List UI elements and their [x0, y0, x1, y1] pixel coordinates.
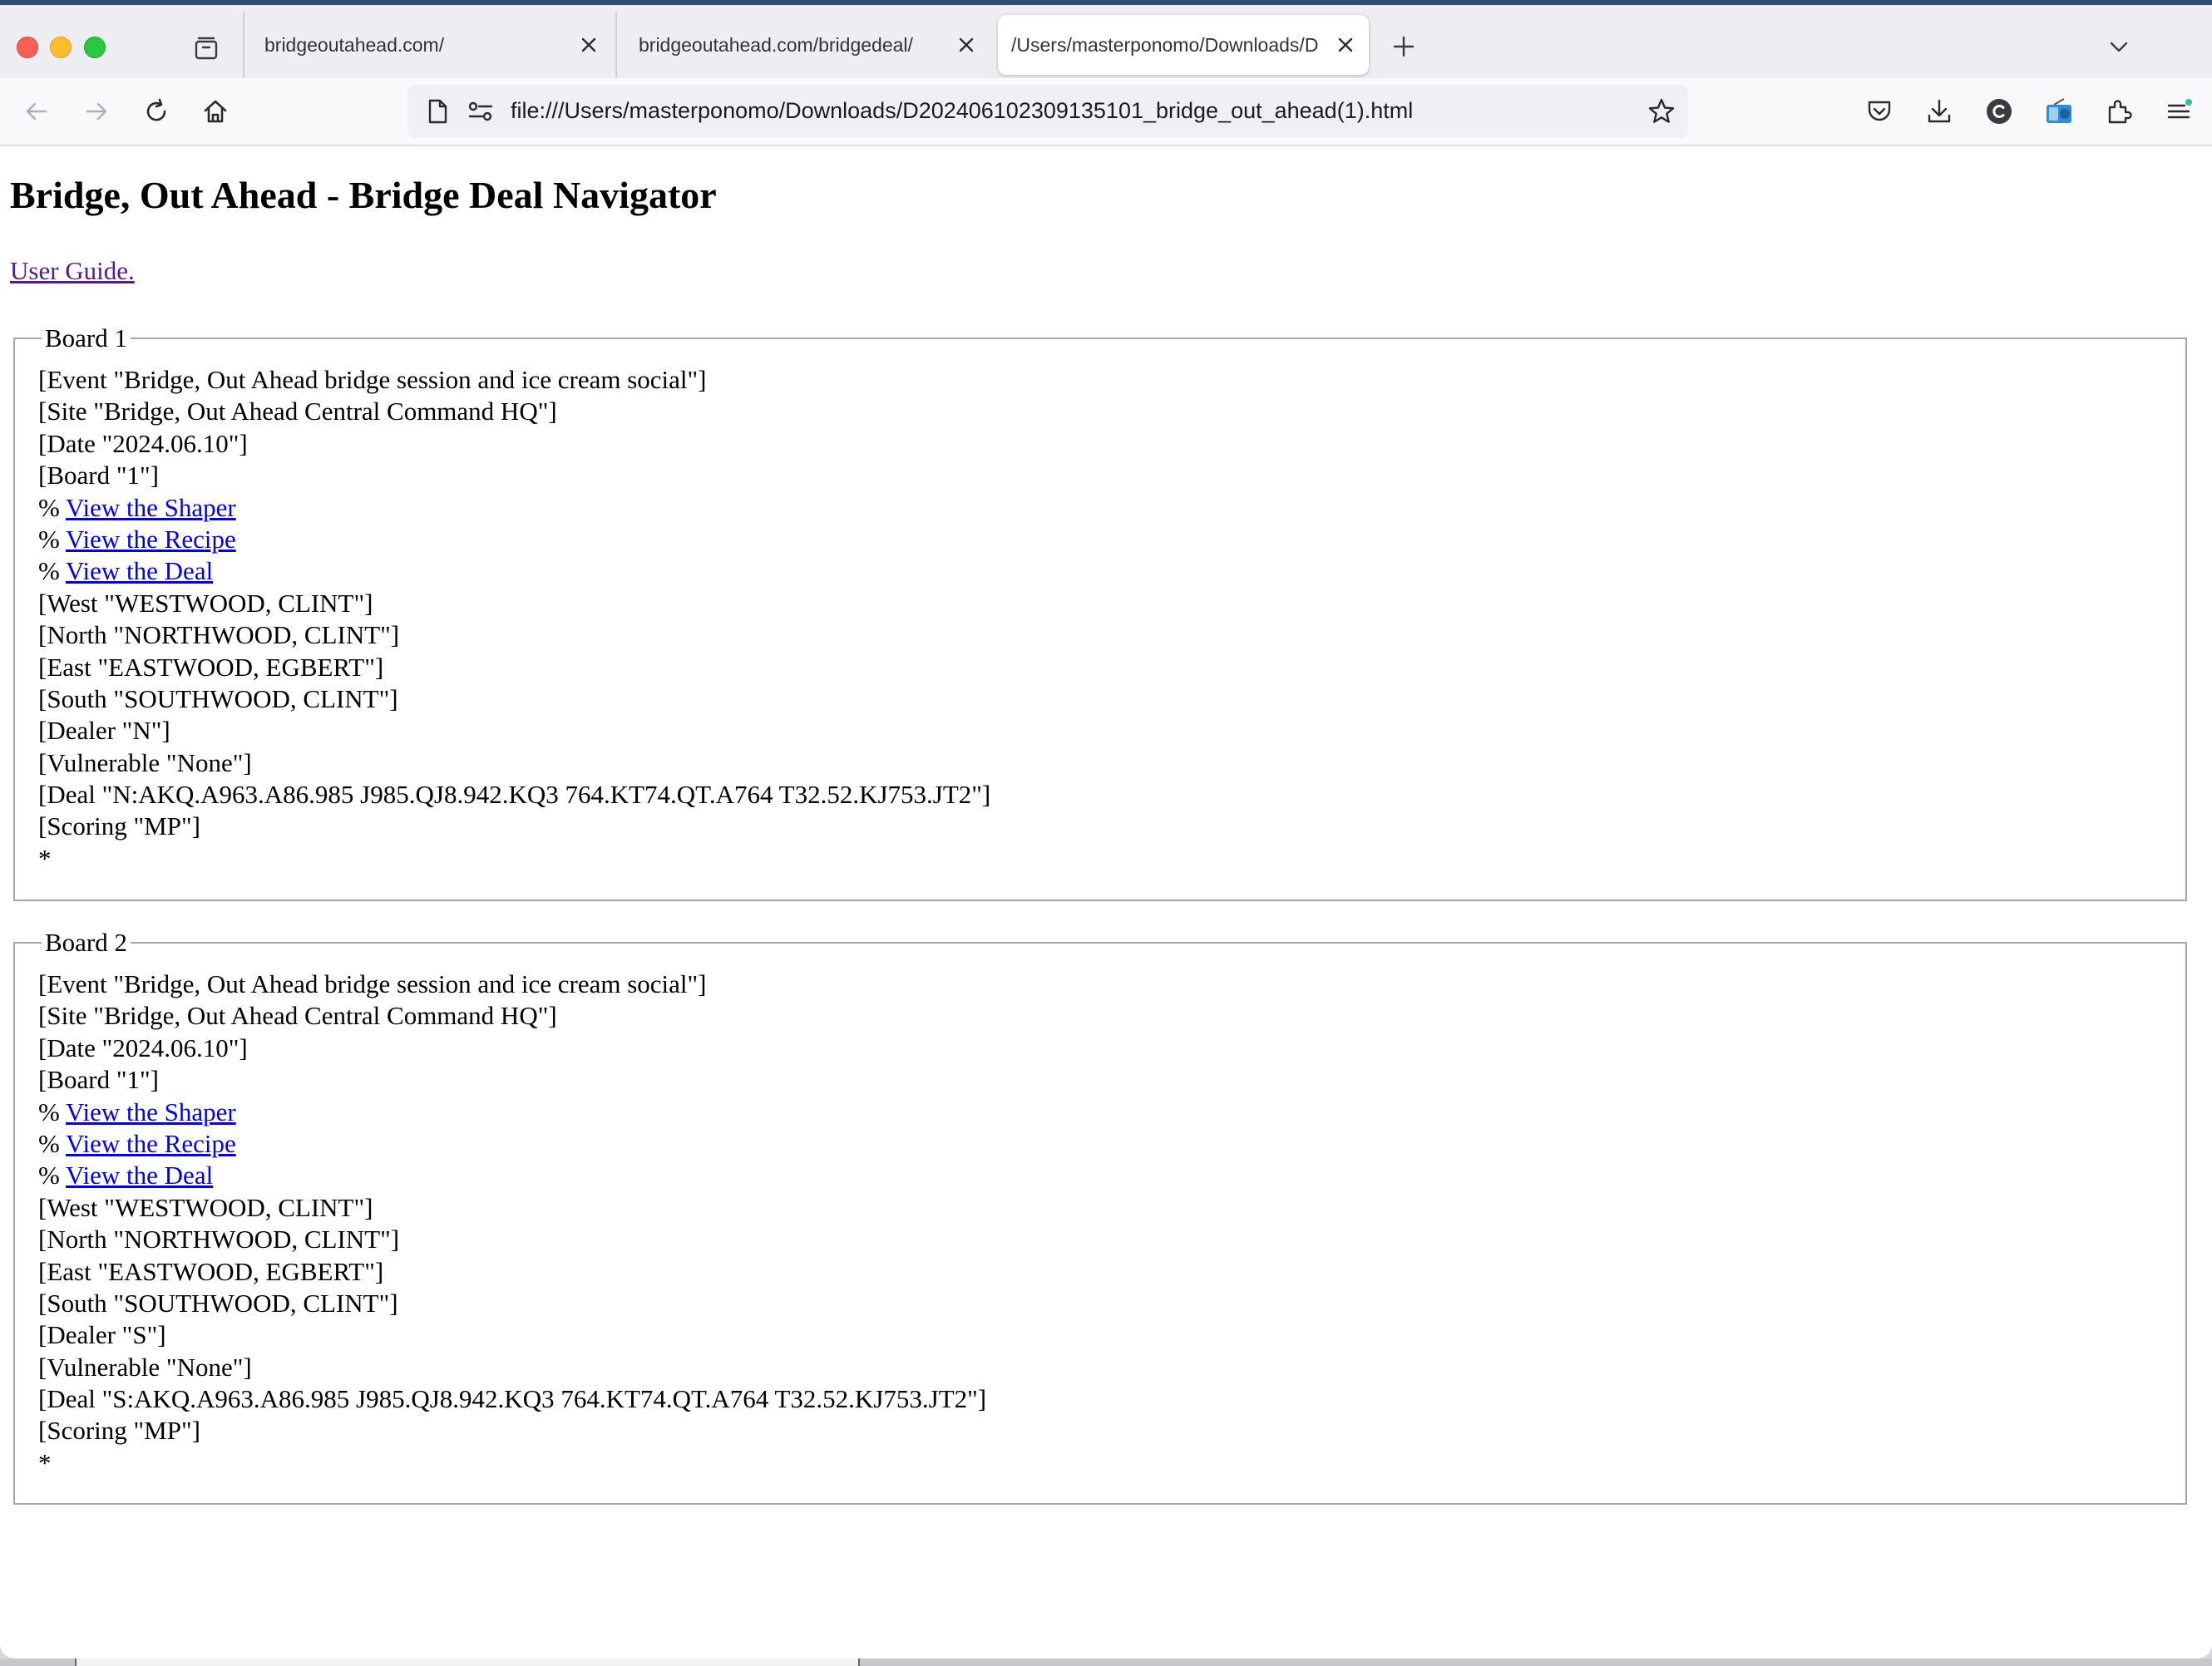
page-content: Bridge, Out Ahead - Bridge Deal Navigato… [0, 146, 2212, 1659]
pgn-west-line: [West "WESTWOOD, CLINT"] [38, 1192, 373, 1222]
firefox-view-icon[interactable] [190, 32, 223, 65]
view-shaper-link[interactable]: View the Shaper [66, 493, 236, 522]
pgn-vulnerable-line: [Vulnerable "None"] [38, 747, 252, 777]
pgn-date-line: [Date "2024.06.10"] [38, 428, 248, 458]
pgn-record: [Event "Bridge, Out Ahead bridge session… [38, 969, 2185, 1479]
page-icon [422, 96, 452, 126]
deal-link-line: % View the Deal [38, 1160, 2185, 1191]
extensions-icon[interactable] [2101, 93, 2137, 130]
pgn-terminator: * [38, 1447, 52, 1477]
pgn-record: [Event "Bridge, Out Ahead bridge session… [38, 364, 2185, 875]
pgn-east-line: [East "EASTWOOD, EGBERT"] [38, 1256, 384, 1286]
desktop-background [0, 1659, 2212, 1666]
pgn-terminator: * [38, 843, 52, 873]
close-tab-icon[interactable] [950, 28, 983, 62]
view-recipe-link[interactable]: View the Recipe [66, 1129, 236, 1158]
menu-icon[interactable] [2160, 93, 2197, 130]
address-bar[interactable]: file:///Users/masterponomo/Downloads/D20… [407, 85, 1688, 138]
comment-marker: % [38, 1128, 67, 1158]
user-guide-link[interactable]: User Guide. [10, 256, 135, 286]
pgn-board-line: [Board "1"] [38, 461, 159, 490]
background-window-edge [75, 1659, 860, 1666]
view-shaper-link[interactable]: View the Shaper [66, 1097, 236, 1126]
pgn-north-line: [North "NORTHWOOD, CLINT"] [38, 620, 400, 650]
pgn-vulnerable-line: [Vulnerable "None"] [38, 1352, 252, 1382]
pgn-site-line: [Site "Bridge, Out Ahead Central Command… [38, 1001, 557, 1031]
pgn-date-line: [Date "2024.06.10"] [38, 1033, 248, 1062]
reload-icon[interactable] [138, 93, 175, 130]
pgn-deal-line: [Deal "N:AKQ.A963.A86.985 J985.QJ8.942.K… [38, 780, 991, 810]
pgn-event-line: [Event "Bridge, Out Ahead bridge session… [38, 969, 707, 998]
tab-strip: bridgeoutahead.com/ bridgeoutahead.com/b… [0, 5, 2212, 78]
recipe-line: % View the Recipe [38, 1128, 2185, 1160]
comment-marker: % [38, 524, 67, 554]
back-icon[interactable] [18, 93, 55, 130]
board-legend: Board 1 [45, 323, 128, 352]
view-recipe-link[interactable]: View the Recipe [66, 525, 236, 554]
home-icon[interactable] [197, 93, 234, 130]
shaper-line: % View the Shaper [38, 492, 2185, 524]
close-window-icon[interactable] [17, 37, 38, 58]
deal-link-line: % View the Deal [38, 555, 2185, 587]
list-all-tabs-icon[interactable] [2102, 30, 2135, 63]
comment-marker: % [38, 1161, 67, 1190]
tab-bridgeoutahead-home[interactable]: bridgeoutahead.com/ [246, 12, 614, 78]
pocket-icon[interactable] [1861, 93, 1898, 130]
pgn-dealer-line: [Dealer "S"] [38, 1320, 166, 1350]
board-1-fieldset: Board 1 [Event "Bridge, Out Ahead bridge… [13, 325, 2187, 901]
pgn-event-line: [Event "Bridge, Out Ahead bridge session… [38, 365, 707, 394]
pgn-west-line: [West "WESTWOOD, CLINT"] [38, 588, 373, 618]
pgn-dealer-line: [Dealer "N"] [38, 716, 170, 746]
view-deal-link[interactable]: View the Deal [66, 1161, 213, 1190]
page-title: Bridge, Out Ahead - Bridge Deal Navigato… [10, 174, 717, 216]
tab-title: bridgeoutahead.com/ [264, 33, 445, 56]
tab-title: bridgeoutahead.com/bridgedeal/ [639, 33, 913, 56]
pgn-scoring-line: [Scoring "MP"] [38, 1416, 200, 1446]
tab-bridgedeal[interactable]: bridgeoutahead.com/bridgedeal/ [617, 12, 983, 78]
account-icon[interactable] [1981, 93, 2017, 130]
url-text[interactable]: file:///Users/masterponomo/Downloads/D20… [511, 98, 1413, 124]
minimize-window-icon[interactable] [50, 37, 72, 58]
shaper-line: % View the Shaper [38, 1097, 2185, 1128]
pgn-board-line: [Board "1"] [38, 1065, 159, 1095]
tab-local-file-active[interactable]: /Users/masterponomo/Downloads/D [998, 15, 1369, 75]
pgn-deal-line: [Deal "S:AKQ.A963.A86.985 J985.QJ8.942.K… [38, 1384, 987, 1414]
zoom-window-icon[interactable] [84, 37, 106, 58]
downloads-icon[interactable] [1921, 93, 1958, 130]
pgn-scoring-line: [Scoring "MP"] [38, 811, 200, 841]
recipe-line: % View the Recipe [38, 524, 2185, 555]
tab-title: /Users/masterponomo/Downloads/D [1011, 33, 1319, 56]
pgn-north-line: [North "NORTHWOOD, CLINT"] [38, 1225, 400, 1254]
browser-window: bridgeoutahead.com/ bridgeoutahead.com/b… [0, 0, 2212, 1659]
board-2-fieldset: Board 2 [Event "Bridge, Out Ahead bridge… [13, 929, 2187, 1505]
close-tab-icon[interactable] [572, 28, 605, 62]
comment-marker: % [38, 1097, 67, 1126]
board-legend: Board 2 [45, 928, 128, 957]
view-deal-link[interactable]: View the Deal [66, 556, 213, 585]
bookmark-star-icon[interactable] [1645, 95, 1678, 128]
pgn-south-line: [South "SOUTHWOOD, CLINT"] [38, 683, 398, 713]
comment-marker: % [38, 556, 67, 586]
pgn-south-line: [South "SOUTHWOOD, CLINT"] [38, 1288, 398, 1318]
pgn-site-line: [Site "Bridge, Out Ahead Central Command… [38, 397, 557, 426]
extension-media-icon[interactable] [2041, 93, 2077, 130]
comment-marker: % [38, 492, 67, 522]
close-tab-icon[interactable] [1329, 28, 1362, 62]
navigation-toolbar: file:///Users/masterponomo/Downloads/D20… [0, 78, 2212, 146]
permissions-icon[interactable] [466, 96, 496, 126]
forward-icon[interactable] [78, 93, 115, 130]
tab-separator [243, 12, 244, 78]
new-tab-icon[interactable] [1387, 30, 1420, 63]
pgn-east-line: [East "EASTWOOD, EGBERT"] [38, 652, 384, 682]
